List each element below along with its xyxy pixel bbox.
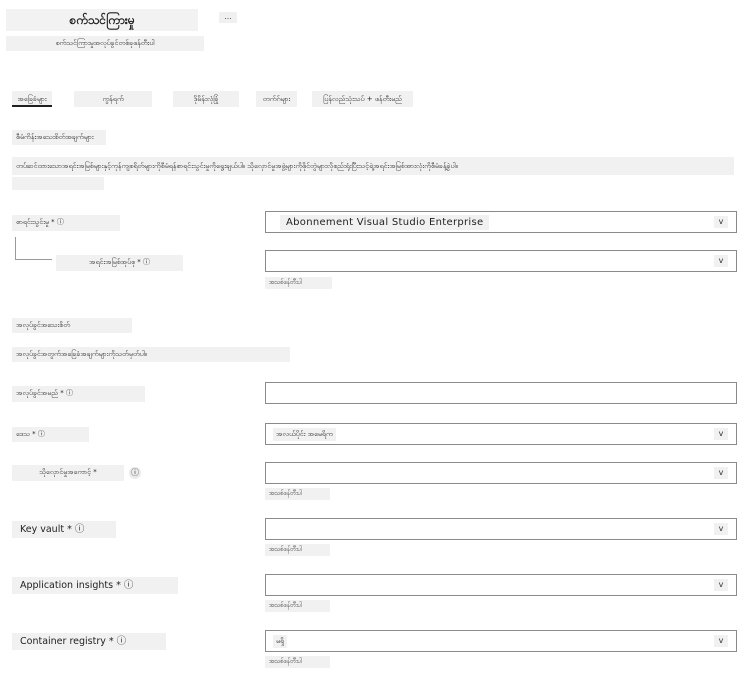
key-vault-create-new-link[interactable]: အသစ်ဖန်တီးပါ [265,544,330,556]
workspace-details-heading: အလုပ်ခွင်အသေးစိတ် [12,318,132,333]
storage-account-label: သိုလှောင်မှုအကောင့် * [12,465,124,481]
chevron-down-icon: v [714,216,728,228]
resource-group-select[interactable]: v [265,250,737,272]
storage-account-select[interactable]: v [265,462,737,484]
resource-group-create-new-link[interactable]: အသစ်ဖန်တီးပါ [265,277,332,289]
subscription-value: Abonnement Visual Studio Enterprise [280,215,490,230]
tree-connector-vertical [15,237,16,259]
chevron-down-icon: v [714,635,728,647]
container-registry-label: Container registry * ⓘ [12,633,166,650]
page-title: စက်သင်ကြားမှု [6,9,198,31]
application-insights-select[interactable]: v [265,574,737,596]
tab-basics[interactable]: အခြေခံများ [12,91,52,107]
chevron-down-icon: v [714,523,728,535]
chevron-down-icon: v [714,255,728,267]
workspace-name-input[interactable] [265,382,737,404]
workspace-description: အလုပ်ခွင်အတွက်အခြေခံအချက်များကိုသတ်မှတ်ပ… [12,347,290,362]
project-details-heading: စီမံကိန်းအသေးစိတ်အချက်များ [12,130,106,145]
tab-review-create[interactable]: ပြန်လည်သုံးသပ် + ဖန်တီးမည် [312,91,413,107]
project-description: တပ်ဆင်ထားသောအရင်းအမြစ်များနှင့်ကုန်ကျစရိ… [12,157,734,175]
subscription-select[interactable]: Abonnement Visual Studio Enterprise v [265,211,737,233]
page-subtitle: စက်သင်ကြားမှုအလုပ်ခွင်တစ်ခုဖန်တီးပါ [6,36,204,51]
container-registry-value: မရှိ [273,635,288,648]
workspace-name-label: အလုပ်ခွင်အမည် * ⓘ [12,386,145,402]
key-vault-select[interactable]: v [265,518,737,540]
tab-security[interactable]: ဒိုမိန်းလုံခြုံ [173,91,239,107]
tab-tags[interactable]: တက်ဂ်များ [256,91,297,107]
container-registry-select[interactable]: မရှိ v [265,630,737,652]
subscription-label: စာရင်းသွင်းမှု * ⓘ [12,215,120,231]
application-insights-label: Application insights * ⓘ [12,577,178,594]
chevron-down-icon: v [714,579,728,591]
container-registry-create-new-link[interactable]: အသစ်ဖန်တီးပါ [265,656,330,668]
storage-account-create-new-link[interactable]: အသစ်ဖန်တီးပါ [265,488,330,500]
application-insights-create-new-link[interactable]: အသစ်ဖန်တီးပါ [265,600,330,612]
tab-networking[interactable]: ကွန်ရက် [74,91,152,107]
project-description-continued [12,177,104,190]
more-options-button[interactable]: ... [219,12,237,23]
info-icon[interactable]: ⓘ [129,467,141,479]
chevron-down-icon: v [714,467,728,479]
chevron-down-icon: v [714,428,728,440]
region-value: အလယ်ပိုင်း အမေရိက [273,428,336,441]
key-vault-label: Key vault * ⓘ [12,521,116,538]
region-select[interactable]: အလယ်ပိုင်း အမေရိက v [265,423,737,445]
resource-group-label: အရင်းအမြစ်အုပ်စု * ⓘ [56,255,183,271]
region-label: ဒေသ * ⓘ [12,427,89,442]
tree-connector-horizontal [15,259,52,260]
